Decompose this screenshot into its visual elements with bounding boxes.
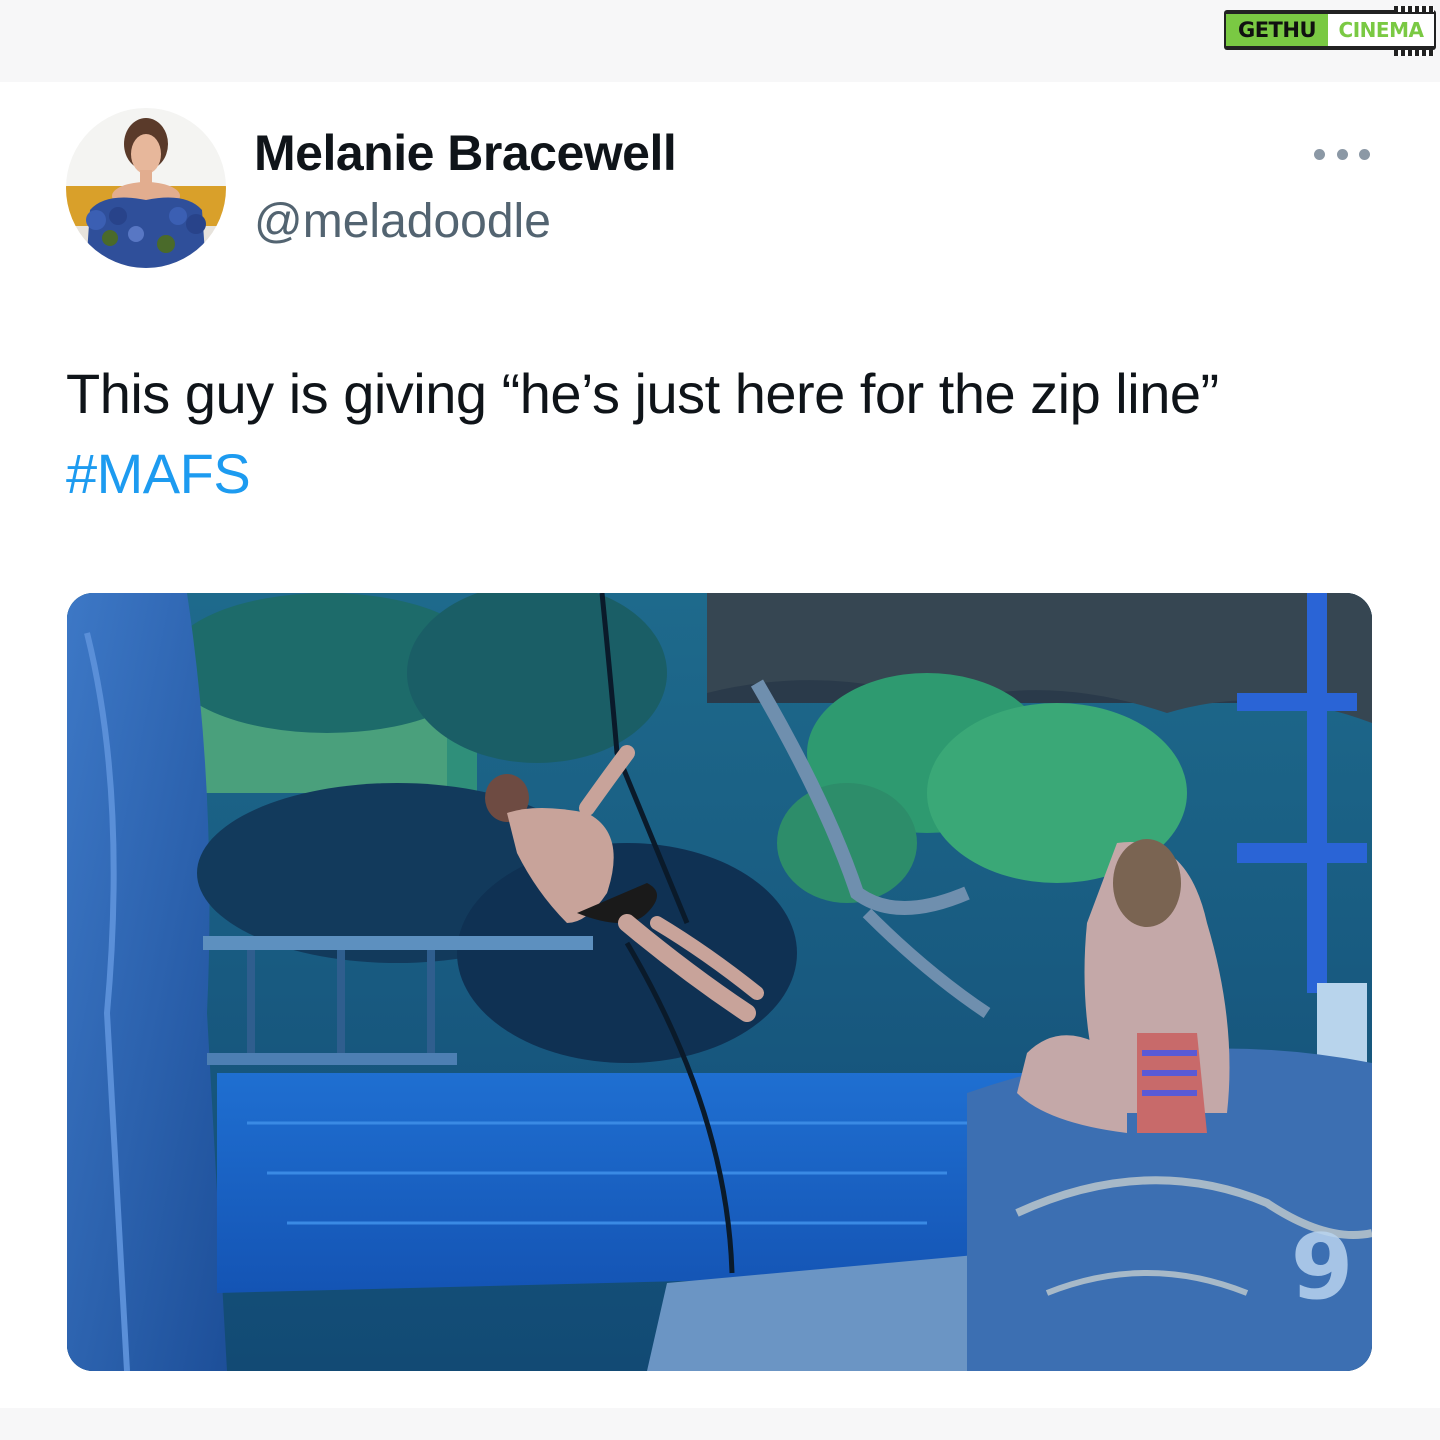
watermark-right-text: CINEMA	[1328, 14, 1434, 46]
film-strip-icon	[1394, 6, 1434, 12]
more-dot	[1336, 148, 1348, 160]
bottom-strip	[0, 1408, 1440, 1440]
watermark-logo: GETHU CINEMA	[1224, 6, 1436, 56]
more-dot	[1359, 148, 1370, 160]
author-handle[interactable]: @meladoodle	[254, 194, 551, 249]
hashtag-link[interactable]: #MAFS	[66, 440, 251, 508]
watermark-left-text: GETHU	[1226, 14, 1328, 46]
author-display-name[interactable]: Melanie Bracewell	[254, 124, 677, 182]
more-dot	[1314, 148, 1325, 160]
tweet-media-image[interactable]: 9	[67, 593, 1372, 1371]
broadcaster-logo: 9	[1291, 1215, 1354, 1320]
avatar[interactable]	[66, 108, 226, 268]
film-strip-icon	[1394, 50, 1434, 56]
tweet-text: This guy is giving “he’s just here for t…	[66, 362, 1219, 425]
more-horizontal-icon[interactable]	[1314, 140, 1370, 168]
